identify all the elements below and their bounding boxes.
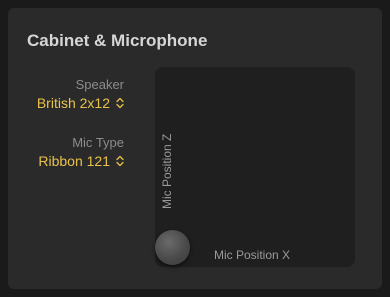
mic-position-z-label: Mic Position Z (160, 133, 174, 209)
speaker-parameter: Speaker British 2x12 (28, 77, 124, 112)
chevron-up-down-icon (116, 155, 124, 167)
chevron-up-down-icon (116, 97, 124, 109)
mic-type-label: Mic Type (72, 135, 124, 150)
mic-position-x-label: Mic Position X (214, 248, 291, 262)
speaker-value: British 2x12 (36, 95, 110, 111)
mic-type-value: Ribbon 121 (38, 153, 110, 169)
mic-type-parameter: Mic Type Ribbon 121 (28, 135, 124, 170)
mic-type-selector[interactable]: Ribbon 121 (28, 152, 124, 170)
mic-position-handle[interactable] (155, 230, 190, 265)
panel-title: Cabinet & Microphone (27, 31, 208, 50)
speaker-selector[interactable]: British 2x12 (28, 94, 124, 112)
speaker-label: Speaker (75, 77, 124, 92)
